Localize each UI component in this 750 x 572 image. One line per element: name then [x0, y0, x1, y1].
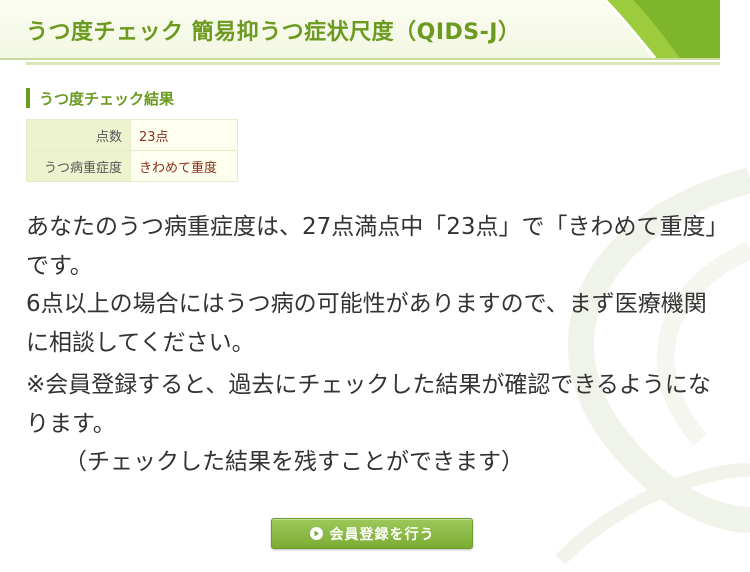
- severity-value: きわめて重度: [130, 150, 238, 182]
- register-button-label: 会員登録を行う: [329, 526, 435, 543]
- heading-accent-bar: [26, 88, 30, 108]
- table-row: 点数 23点: [26, 119, 238, 151]
- page-header: うつ度チェック 簡易抑うつ症状尺度（QIDS-J）: [0, 0, 720, 60]
- member-note-sub: （チェックした結果を残すことができます）: [64, 449, 524, 475]
- header-leaf-decoration: [603, 0, 720, 58]
- result-message: あなたのうつ病重症度は、27点満点中「23点」で「きわめて重度」です。 6点以上…: [26, 208, 726, 482]
- severity-sentence: あなたのうつ病重症度は、27点満点中「23点」で「きわめて重度」です。: [26, 214, 718, 279]
- result-section-title: うつ度チェック結果: [39, 89, 175, 108]
- score-value: 23点: [130, 119, 238, 151]
- result-section-heading: うつ度チェック結果: [26, 88, 174, 108]
- header-divider: [26, 62, 720, 65]
- score-label: 点数: [26, 119, 131, 151]
- severity-label: うつ病重症度: [26, 150, 131, 182]
- advice-sentence: 6点以上の場合にはうつ病の可能性がありますので、まず医療機関に相談してください。: [26, 291, 707, 356]
- register-member-button[interactable]: 会員登録を行う: [271, 518, 473, 549]
- table-row: うつ病重症度 きわめて重度: [26, 150, 238, 182]
- member-note: ※会員登録すると、過去にチェックした結果が確認できるようになります。: [26, 372, 711, 437]
- play-circle-icon: [309, 527, 323, 540]
- page-title: うつ度チェック 簡易抑うつ症状尺度（QIDS-J）: [26, 20, 521, 45]
- result-table: 点数 23点 うつ病重症度 きわめて重度: [26, 119, 238, 182]
